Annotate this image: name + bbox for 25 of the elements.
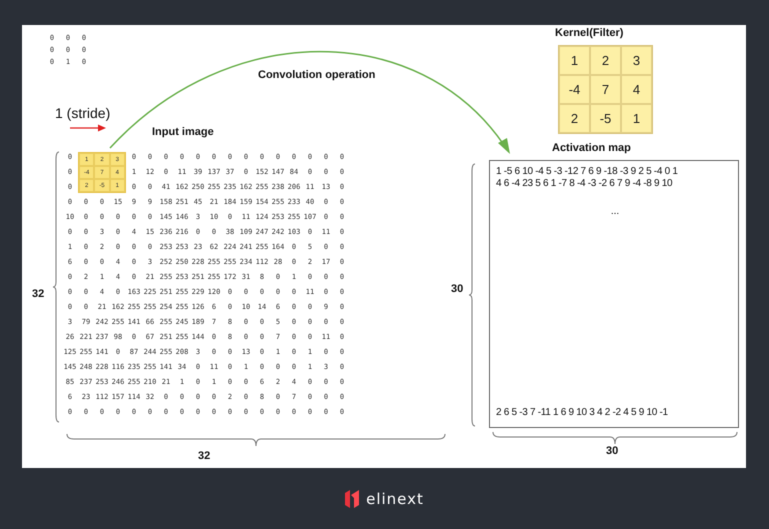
kernel-value: -4 xyxy=(559,75,590,104)
activation-values: 1 -5 6 10 -4 5 -3 -12 7 6 9 -18 -3 9 2 5 -4 0 1 xyxy=(496,166,679,178)
activation-map-title: Activation map xyxy=(552,142,631,154)
height-label: 30 xyxy=(451,283,464,295)
input-image-title: Input image xyxy=(152,126,214,138)
operation-label: Convolution operation xyxy=(258,69,376,81)
activation-values: 4 6 -4 23 5 6 1 -7 8 -4 -3 -2 6 7 9 -4 -8 9 10 xyxy=(496,178,674,190)
kernel-value: 2 xyxy=(559,104,590,133)
ellipsis: ... xyxy=(610,206,620,217)
height-label: 32 xyxy=(32,288,44,300)
kernel-value: 4 xyxy=(621,75,652,104)
kernel-value: 1 xyxy=(559,46,590,75)
width-label: 32 xyxy=(198,450,210,462)
activation-values: 2 6 5 -3 7 -11 1 6 9 10 3 4 2 -2 4 5 9 10 -1 xyxy=(496,407,669,419)
kernel-title: Kernel(Filter) xyxy=(555,27,624,39)
width-label: 30 xyxy=(606,445,618,457)
logo-icon xyxy=(344,488,360,508)
brand-name: elinext xyxy=(366,490,424,508)
kernel-value: 2 xyxy=(590,46,621,75)
kernel-value: 7 xyxy=(590,75,621,104)
kernel-value: -5 xyxy=(590,104,621,133)
kernel-value: 1 xyxy=(621,104,652,133)
kernel-value: 3 xyxy=(621,46,652,75)
stride-label: 1 (stride) xyxy=(55,105,110,121)
stride-arrow xyxy=(70,124,106,132)
